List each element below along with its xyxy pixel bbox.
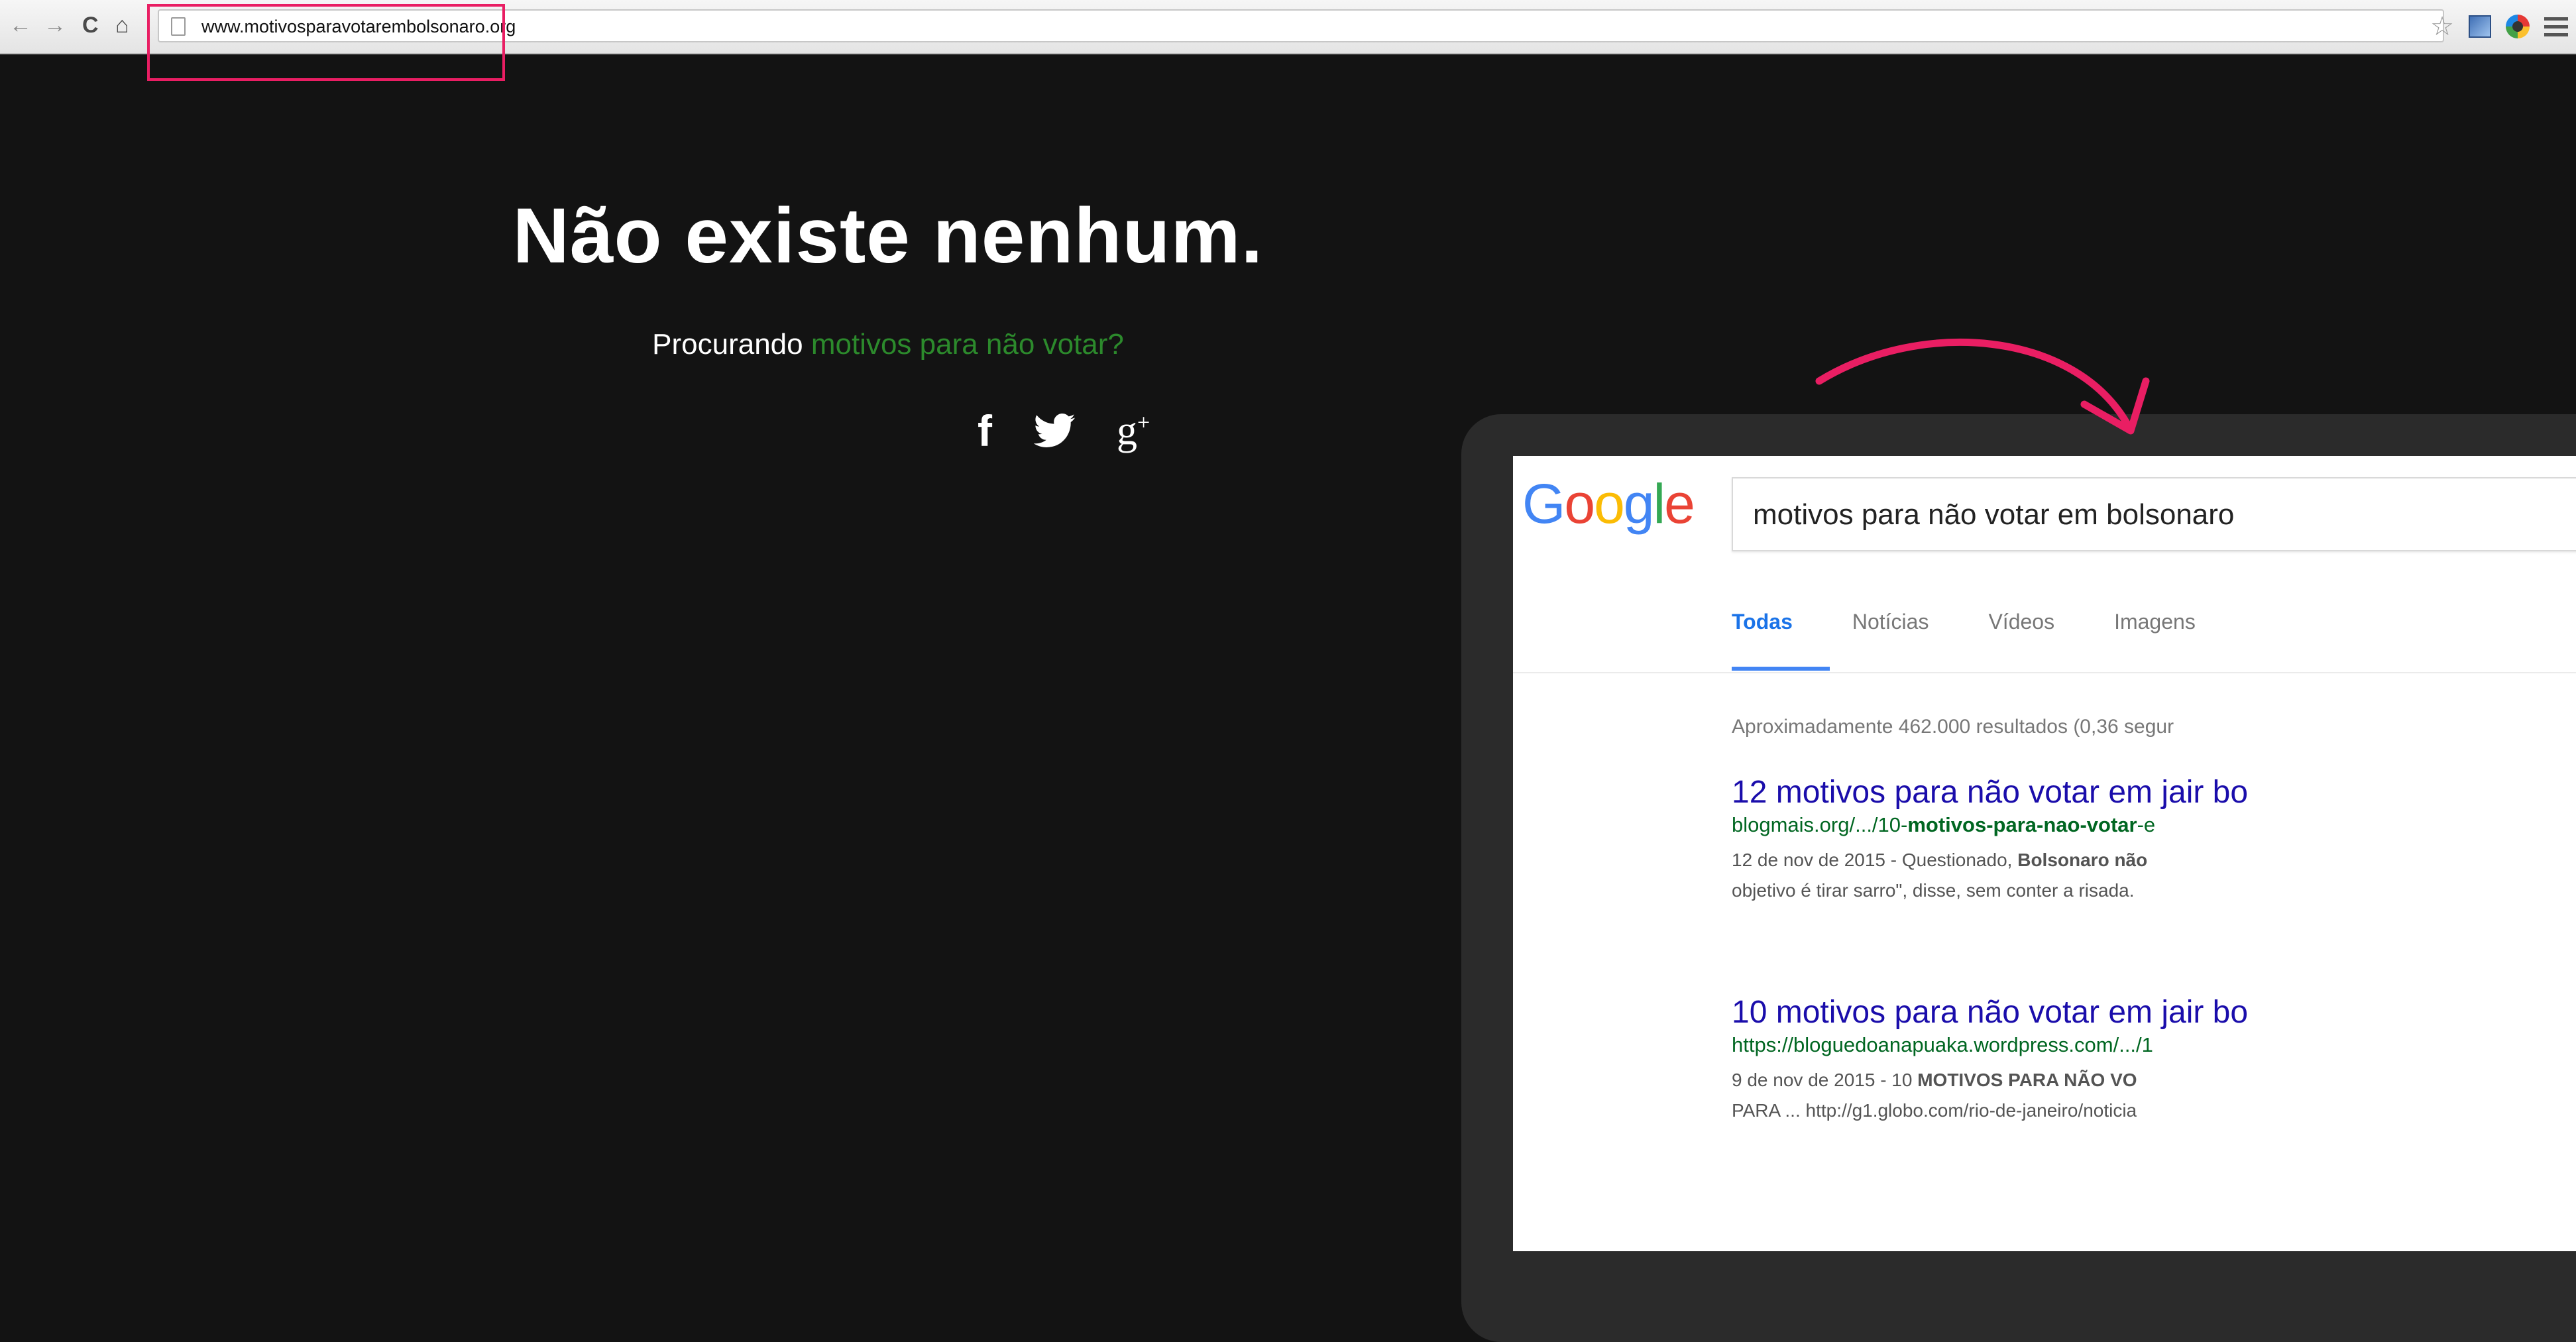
- facebook-icon[interactable]: f: [978, 406, 992, 456]
- page-headline: Não existe nenhum.: [512, 192, 1264, 280]
- reload-icon[interactable]: C: [82, 12, 99, 38]
- result-title[interactable]: 12 motivos para não votar em jair bo: [1732, 774, 2248, 811]
- forward-icon[interactable]: →: [44, 12, 66, 38]
- tabs-divider: [1513, 672, 2576, 673]
- tab-imagens[interactable]: Imagens: [2114, 610, 2196, 634]
- toolbar-icons: ☆: [2430, 11, 2568, 42]
- result-snippet: 9 de nov de 2015 - 10 MOTIVOS PARA NÃO V…: [1732, 1070, 2137, 1121]
- social-links: f g+: [978, 406, 1150, 456]
- extension-icon[interactable]: [2469, 15, 2491, 38]
- result-snippet: 12 de nov de 2015 - Questionado, Bolsona…: [1732, 850, 2148, 901]
- search-result: 12 motivos para não votar em jair bo blo…: [1732, 774, 2248, 906]
- color-extension-icon[interactable]: [2506, 15, 2530, 38]
- search-query: motivos para não votar em bolsonaro: [1753, 498, 2235, 531]
- home-icon[interactable]: ⌂: [115, 12, 129, 38]
- page-subtitle: Procurando motivos para não votar?: [0, 328, 1776, 361]
- search-result: 10 motivos para não votar em jair bo htt…: [1732, 994, 2248, 1126]
- google-logo: Google: [1522, 473, 1695, 535]
- star-icon[interactable]: ☆: [2430, 11, 2454, 42]
- googleplus-letter: g: [1116, 408, 1137, 453]
- google-search-input[interactable]: motivos para não votar em bolsonaro: [1732, 477, 2576, 551]
- back-icon[interactable]: ←: [9, 12, 32, 38]
- menu-icon[interactable]: [2544, 17, 2568, 36]
- results-stats: Aproximadamente 462.000 resultados (0,36…: [1732, 716, 2174, 738]
- result-url[interactable]: blogmais.org/.../10-motivos-para-nao-vot…: [1732, 813, 2248, 837]
- tab-videos[interactable]: Vídeos: [1988, 610, 2054, 634]
- active-tab-indicator: [1732, 667, 1830, 671]
- subtitle-prefix: Procurando: [652, 328, 811, 361]
- result-url[interactable]: https://bloguedoanapuaka.wordpress.com/.…: [1732, 1033, 2248, 1057]
- tab-noticias[interactable]: Notícias: [1852, 610, 1929, 634]
- url-highlight-box: [147, 4, 505, 81]
- subtitle-link[interactable]: motivos para não votar?: [811, 328, 1124, 361]
- google-results-screenshot: Google motivos para não votar em bolsona…: [1513, 456, 2576, 1251]
- tab-todas[interactable]: Todas: [1732, 610, 1793, 634]
- googleplus-icon[interactable]: g+: [1117, 408, 1150, 455]
- twitter-icon[interactable]: [1033, 414, 1076, 448]
- result-title[interactable]: 10 motivos para não votar em jair bo: [1732, 994, 2248, 1031]
- googleplus-plus: +: [1137, 410, 1150, 435]
- search-tabs: Todas Notícias Vídeos Imagens: [1732, 610, 2196, 634]
